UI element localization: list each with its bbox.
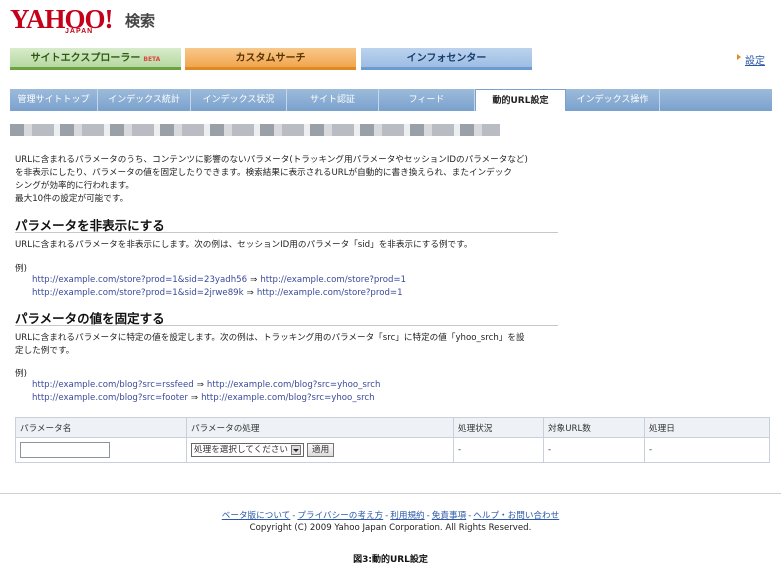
example-to-url: http://example.com/store?prod=1 bbox=[260, 275, 407, 285]
footer-separator: - bbox=[468, 511, 472, 521]
section-fix-example-label: 例) bbox=[15, 369, 27, 379]
col-param-name: パラメータ名 bbox=[15, 417, 187, 438]
col-date: 処理日 bbox=[644, 417, 770, 438]
section-fix-rule bbox=[15, 325, 558, 326]
subtab-index-ops[interactable]: インデックス操作 bbox=[566, 89, 660, 111]
date-cell: - bbox=[644, 437, 770, 463]
footer-separator: - bbox=[385, 511, 389, 521]
table-row: 処理を選択してください 適用 - - - bbox=[15, 437, 770, 463]
section-fix-desc-2: 定した例です。 bbox=[15, 346, 75, 356]
apply-button[interactable]: 適用 bbox=[307, 443, 335, 457]
intro-line-1: URLに含まれるパラメータのうち、コンテンツに影響のないパラメータ(トラッキング… bbox=[15, 155, 528, 165]
footer-link-disclaimer[interactable]: 免責事項 bbox=[432, 511, 466, 521]
section-fix-example-1: http://example.com/blog?src=rssfeed ⇒ http… bbox=[32, 380, 380, 390]
intro-line-2: を非表示にしたり、パラメータの値を固定したりできます。検索結果に表示されるURL… bbox=[15, 168, 512, 178]
subtab-site-top[interactable]: 管理サイトトップ bbox=[10, 89, 98, 111]
arrow-right-icon: ⇒ bbox=[250, 275, 258, 285]
settings-link[interactable]: 設定 bbox=[745, 52, 765, 67]
intro-text: URLに含まれるパラメータのうち、コンテンツに影響のないパラメータ(トラッキング… bbox=[15, 154, 560, 206]
footer-separator: - bbox=[292, 511, 296, 521]
col-param-processing: パラメータの処理 bbox=[186, 417, 454, 438]
figure-caption: 図3:動的URL設定 bbox=[353, 555, 428, 565]
chevron-down-icon bbox=[291, 444, 302, 455]
section-hide-example-2: http://example.com/store?prod=1&sid=2jrw… bbox=[32, 288, 403, 298]
intro-line-3: シングが効率的に行われます。 bbox=[15, 181, 135, 191]
status-cell: - bbox=[453, 437, 544, 463]
processing-select-value: 処理を選択してください bbox=[194, 445, 289, 455]
subtab-dynamic-url[interactable]: 動的URL設定 bbox=[475, 89, 566, 111]
tab-custom-search[interactable]: カスタムサーチ bbox=[185, 48, 356, 70]
example-from-url: http://example.com/blog?src=rssfeed bbox=[32, 380, 194, 390]
section-hide-example-1: http://example.com/store?prod=1&sid=23ya… bbox=[32, 275, 406, 285]
section-fix-desc-1: URLに含まれるパラメータに特定の値を設定します。次の例は、トラッキング用のパラ… bbox=[15, 333, 525, 343]
footer-separator: - bbox=[426, 511, 430, 521]
section-fix-desc: URLに含まれるパラメータに特定の値を設定します。次の例は、トラッキング用のパラ… bbox=[15, 332, 560, 358]
example-to-url: http://example.com/store?prod=1 bbox=[256, 288, 403, 298]
section-fix-example-2: http://example.com/blog?src=footer ⇒ http:… bbox=[32, 393, 375, 403]
subtab-index-status[interactable]: インデックス状況 bbox=[191, 89, 287, 111]
intro-line-4: 最大10件の設定が可能です。 bbox=[15, 194, 129, 204]
tab-custom-search-label: カスタムサーチ bbox=[235, 53, 306, 64]
tab-info-center-label: インフォセンター bbox=[406, 53, 487, 64]
subtab-index-stats[interactable]: インデックス統計 bbox=[98, 89, 191, 111]
blurred-site-url bbox=[10, 124, 500, 136]
subtab-site-auth[interactable]: サイト認証 bbox=[287, 89, 379, 111]
section-hide-example-label: 例) bbox=[15, 264, 27, 274]
arrow-right-icon: ⇒ bbox=[196, 380, 204, 390]
param-settings-table: パラメータ名 パラメータの処理 処理状況 対象URL数 処理日 処理を選択してく… bbox=[15, 417, 770, 463]
example-to-url: http://example.com/blog?src=yhoo_srch bbox=[206, 380, 381, 390]
subtab-feed[interactable]: フィード bbox=[379, 89, 475, 111]
arrow-right-icon: ⇒ bbox=[190, 393, 199, 403]
processing-select[interactable]: 処理を選択してください bbox=[191, 443, 305, 457]
yahoo-logo-sub: JAPAN bbox=[65, 28, 94, 35]
footer-link-help[interactable]: ヘルプ・お問い合わせ bbox=[473, 511, 559, 521]
col-url-count: 対象URL数 bbox=[543, 417, 645, 438]
example-from-url: http://example.com/blog?src=footer bbox=[32, 393, 188, 403]
settings-arrow-icon bbox=[737, 54, 741, 60]
search-label: 検索 bbox=[125, 12, 156, 30]
copyright-text: Copyright (C) 2009 Yahoo Japan Corporati… bbox=[249, 523, 532, 533]
section-hide-desc: URLに含まれるパラメータを非表示にします。次の例は、セッションID用のパラメー… bbox=[15, 240, 473, 250]
footer-links: ベータ版について - プライバシーの考え方 - 利用規約 - 免責事項 - ヘルプ・お問い合わせ bbox=[0, 509, 781, 521]
footer-link-terms[interactable]: 利用規約 bbox=[390, 511, 424, 521]
footer-link-privacy[interactable]: プライバシーの考え方 bbox=[297, 511, 383, 521]
footer-link-beta[interactable]: ベータ版について bbox=[222, 511, 291, 521]
url-count-cell: - bbox=[543, 437, 645, 463]
footer-divider bbox=[0, 493, 781, 494]
beta-badge: BETA bbox=[143, 56, 161, 63]
section-hide-rule bbox=[15, 232, 558, 233]
param-name-cell bbox=[15, 437, 187, 463]
yahoo-logo[interactable]: YAHOO! bbox=[10, 6, 114, 33]
tab-site-explorer[interactable]: サイトエクスプローラー BETA bbox=[10, 48, 181, 70]
tab-info-center[interactable]: インフォセンター bbox=[361, 48, 532, 70]
tab-site-explorer-label: サイトエクスプローラー bbox=[30, 53, 141, 64]
example-to-url: http://example.com/blog?src=yhoo_srch bbox=[201, 393, 375, 403]
col-status: 処理状況 bbox=[453, 417, 544, 438]
arrow-right-icon: ⇒ bbox=[246, 288, 254, 298]
param-name-input[interactable] bbox=[20, 442, 110, 458]
example-from-url: http://example.com/store?prod=1&sid=2jrw… bbox=[32, 288, 244, 298]
param-processing-cell: 処理を選択してください 適用 bbox=[186, 437, 454, 463]
example-from-url: http://example.com/store?prod=1&sid=23ya… bbox=[32, 275, 248, 285]
table-header-row: パラメータ名 パラメータの処理 処理状況 対象URL数 処理日 bbox=[15, 417, 770, 438]
